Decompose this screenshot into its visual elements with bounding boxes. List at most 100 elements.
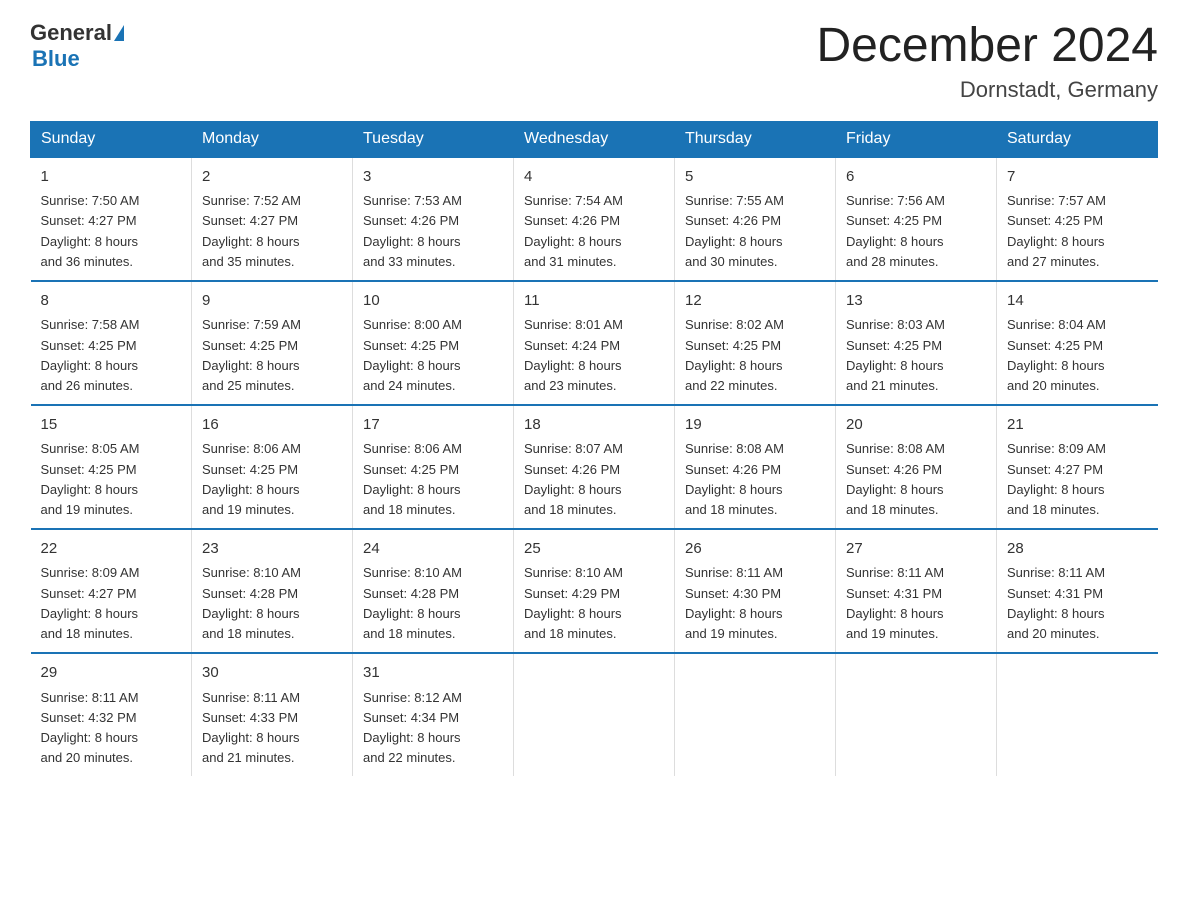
table-row <box>836 653 997 776</box>
day-number: 16 <box>202 414 342 437</box>
day-number: 11 <box>524 290 664 313</box>
location-subtitle: Dornstadt, Germany <box>816 77 1158 103</box>
table-row <box>514 653 675 776</box>
table-row: 18Sunrise: 8:07 AMSunset: 4:26 PMDayligh… <box>514 405 675 529</box>
day-number: 13 <box>846 290 986 313</box>
day-info: Sunrise: 8:08 AMSunset: 4:26 PMDaylight:… <box>846 439 986 520</box>
table-row: 12Sunrise: 8:02 AMSunset: 4:25 PMDayligh… <box>675 281 836 405</box>
table-row: 29 Sunrise: 8:11 AMSunset: 4:32 PMDayligh… <box>31 653 192 776</box>
day-number: 24 <box>363 538 503 561</box>
table-row: 8Sunrise: 7:58 AMSunset: 4:25 PMDaylight… <box>31 281 192 405</box>
calendar-week-row: 22Sunrise: 8:09 AMSunset: 4:27 PMDayligh… <box>31 529 1158 653</box>
table-row: 28Sunrise: 8:11 AMSunset: 4:31 PMDayligh… <box>997 529 1158 653</box>
day-number: 10 <box>363 290 503 313</box>
day-info: Sunrise: 8:00 AMSunset: 4:25 PMDaylight:… <box>363 315 503 396</box>
day-info: Sunrise: 7:58 AMSunset: 4:25 PMDaylight:… <box>41 315 182 396</box>
day-number: 20 <box>846 414 986 437</box>
day-number: 19 <box>685 414 825 437</box>
day-info: Sunrise: 7:56 AMSunset: 4:25 PMDaylight:… <box>846 191 986 272</box>
calendar-week-row: 8Sunrise: 7:58 AMSunset: 4:25 PMDaylight… <box>31 281 1158 405</box>
table-row: 1Sunrise: 7:50 AMSunset: 4:27 PMDaylight… <box>31 157 192 281</box>
day-number: 1 <box>41 166 182 189</box>
day-number: 17 <box>363 414 503 437</box>
page-header: General Blue December 2024 Dornstadt, Ge… <box>30 20 1158 103</box>
table-row: 24Sunrise: 8:10 AMSunset: 4:28 PMDayligh… <box>353 529 514 653</box>
col-wednesday: Wednesday <box>514 121 675 157</box>
logo: General Blue <box>30 20 124 72</box>
table-row: 15Sunrise: 8:05 AMSunset: 4:25 PMDayligh… <box>31 405 192 529</box>
day-number: 26 <box>685 538 825 561</box>
table-row: 20Sunrise: 8:08 AMSunset: 4:26 PMDayligh… <box>836 405 997 529</box>
day-info: Sunrise: 7:50 AMSunset: 4:27 PMDaylight:… <box>41 191 182 272</box>
col-thursday: Thursday <box>675 121 836 157</box>
day-info: Sunrise: 8:11 AMSunset: 4:32 PMDaylight:… <box>41 688 182 769</box>
logo-blue: Blue <box>32 46 80 71</box>
day-info: Sunrise: 8:06 AMSunset: 4:25 PMDaylight:… <box>363 439 503 520</box>
calendar-week-row: 15Sunrise: 8:05 AMSunset: 4:25 PMDayligh… <box>31 405 1158 529</box>
day-info: Sunrise: 8:10 AMSunset: 4:28 PMDaylight:… <box>363 563 503 644</box>
day-info: Sunrise: 8:02 AMSunset: 4:25 PMDaylight:… <box>685 315 825 396</box>
day-info: Sunrise: 7:54 AMSunset: 4:26 PMDaylight:… <box>524 191 664 272</box>
calendar-table: Sunday Monday Tuesday Wednesday Thursday… <box>30 121 1158 776</box>
day-number: 25 <box>524 538 664 561</box>
day-info: Sunrise: 8:08 AMSunset: 4:26 PMDaylight:… <box>685 439 825 520</box>
table-row: 5Sunrise: 7:55 AMSunset: 4:26 PMDaylight… <box>675 157 836 281</box>
table-row: 31 Sunrise: 8:12 AMSunset: 4:34 PMDayligh… <box>353 653 514 776</box>
day-info: Sunrise: 8:11 AMSunset: 4:31 PMDaylight:… <box>1007 563 1148 644</box>
table-row: 9Sunrise: 7:59 AMSunset: 4:25 PMDaylight… <box>192 281 353 405</box>
col-monday: Monday <box>192 121 353 157</box>
table-row: 10Sunrise: 8:00 AMSunset: 4:25 PMDayligh… <box>353 281 514 405</box>
day-info: Sunrise: 8:06 AMSunset: 4:25 PMDaylight:… <box>202 439 342 520</box>
day-number: 31 <box>363 662 503 685</box>
day-info: Sunrise: 8:09 AMSunset: 4:27 PMDaylight:… <box>1007 439 1148 520</box>
calendar-week-row: 1Sunrise: 7:50 AMSunset: 4:27 PMDaylight… <box>31 157 1158 281</box>
day-number: 4 <box>524 166 664 189</box>
day-info: Sunrise: 8:05 AMSunset: 4:25 PMDaylight:… <box>41 439 182 520</box>
table-row: 25Sunrise: 8:10 AMSunset: 4:29 PMDayligh… <box>514 529 675 653</box>
day-info: Sunrise: 7:53 AMSunset: 4:26 PMDaylight:… <box>363 191 503 272</box>
day-number: 8 <box>41 290 182 313</box>
calendar-week-row: 29 Sunrise: 8:11 AMSunset: 4:32 PMDayligh… <box>31 653 1158 776</box>
logo-triangle-icon <box>114 25 124 41</box>
table-row <box>675 653 836 776</box>
day-info: Sunrise: 8:03 AMSunset: 4:25 PMDaylight:… <box>846 315 986 396</box>
table-row: 22Sunrise: 8:09 AMSunset: 4:27 PMDayligh… <box>31 529 192 653</box>
day-number: 28 <box>1007 538 1148 561</box>
day-info: Sunrise: 8:10 AMSunset: 4:28 PMDaylight:… <box>202 563 342 644</box>
table-row: 11Sunrise: 8:01 AMSunset: 4:24 PMDayligh… <box>514 281 675 405</box>
day-number: 18 <box>524 414 664 437</box>
day-info: Sunrise: 7:59 AMSunset: 4:25 PMDaylight:… <box>202 315 342 396</box>
logo-general: General <box>30 20 112 46</box>
day-info: Sunrise: 8:10 AMSunset: 4:29 PMDaylight:… <box>524 563 664 644</box>
col-tuesday: Tuesday <box>353 121 514 157</box>
table-row: 7Sunrise: 7:57 AMSunset: 4:25 PMDaylight… <box>997 157 1158 281</box>
table-row: 30Sunrise: 8:11 AMSunset: 4:33 PMDayligh… <box>192 653 353 776</box>
day-number: 7 <box>1007 166 1148 189</box>
day-number: 9 <box>202 290 342 313</box>
day-info: Sunrise: 8:12 AMSunset: 4:34 PMDaylight:… <box>363 688 503 769</box>
day-info: Sunrise: 7:55 AMSunset: 4:26 PMDaylight:… <box>685 191 825 272</box>
table-row: 27Sunrise: 8:11 AMSunset: 4:31 PMDayligh… <box>836 529 997 653</box>
day-number: 5 <box>685 166 825 189</box>
day-info: Sunrise: 8:07 AMSunset: 4:26 PMDaylight:… <box>524 439 664 520</box>
day-info: Sunrise: 8:04 AMSunset: 4:25 PMDaylight:… <box>1007 315 1148 396</box>
day-number: 30 <box>202 662 342 685</box>
table-row: 13Sunrise: 8:03 AMSunset: 4:25 PMDayligh… <box>836 281 997 405</box>
table-row: 4Sunrise: 7:54 AMSunset: 4:26 PMDaylight… <box>514 157 675 281</box>
calendar-header-row: Sunday Monday Tuesday Wednesday Thursday… <box>31 121 1158 157</box>
day-info: Sunrise: 7:57 AMSunset: 4:25 PMDaylight:… <box>1007 191 1148 272</box>
day-number: 14 <box>1007 290 1148 313</box>
table-row: 2Sunrise: 7:52 AMSunset: 4:27 PMDaylight… <box>192 157 353 281</box>
table-row: 16Sunrise: 8:06 AMSunset: 4:25 PMDayligh… <box>192 405 353 529</box>
day-number: 29 <box>41 662 182 685</box>
day-info: Sunrise: 8:01 AMSunset: 4:24 PMDaylight:… <box>524 315 664 396</box>
table-row: 21Sunrise: 8:09 AMSunset: 4:27 PMDayligh… <box>997 405 1158 529</box>
table-row: 17Sunrise: 8:06 AMSunset: 4:25 PMDayligh… <box>353 405 514 529</box>
day-number: 21 <box>1007 414 1148 437</box>
day-info: Sunrise: 7:52 AMSunset: 4:27 PMDaylight:… <box>202 191 342 272</box>
table-row: 23Sunrise: 8:10 AMSunset: 4:28 PMDayligh… <box>192 529 353 653</box>
day-number: 22 <box>41 538 182 561</box>
col-sunday: Sunday <box>31 121 192 157</box>
table-row: 14Sunrise: 8:04 AMSunset: 4:25 PMDayligh… <box>997 281 1158 405</box>
day-info: Sunrise: 8:11 AMSunset: 4:31 PMDaylight:… <box>846 563 986 644</box>
